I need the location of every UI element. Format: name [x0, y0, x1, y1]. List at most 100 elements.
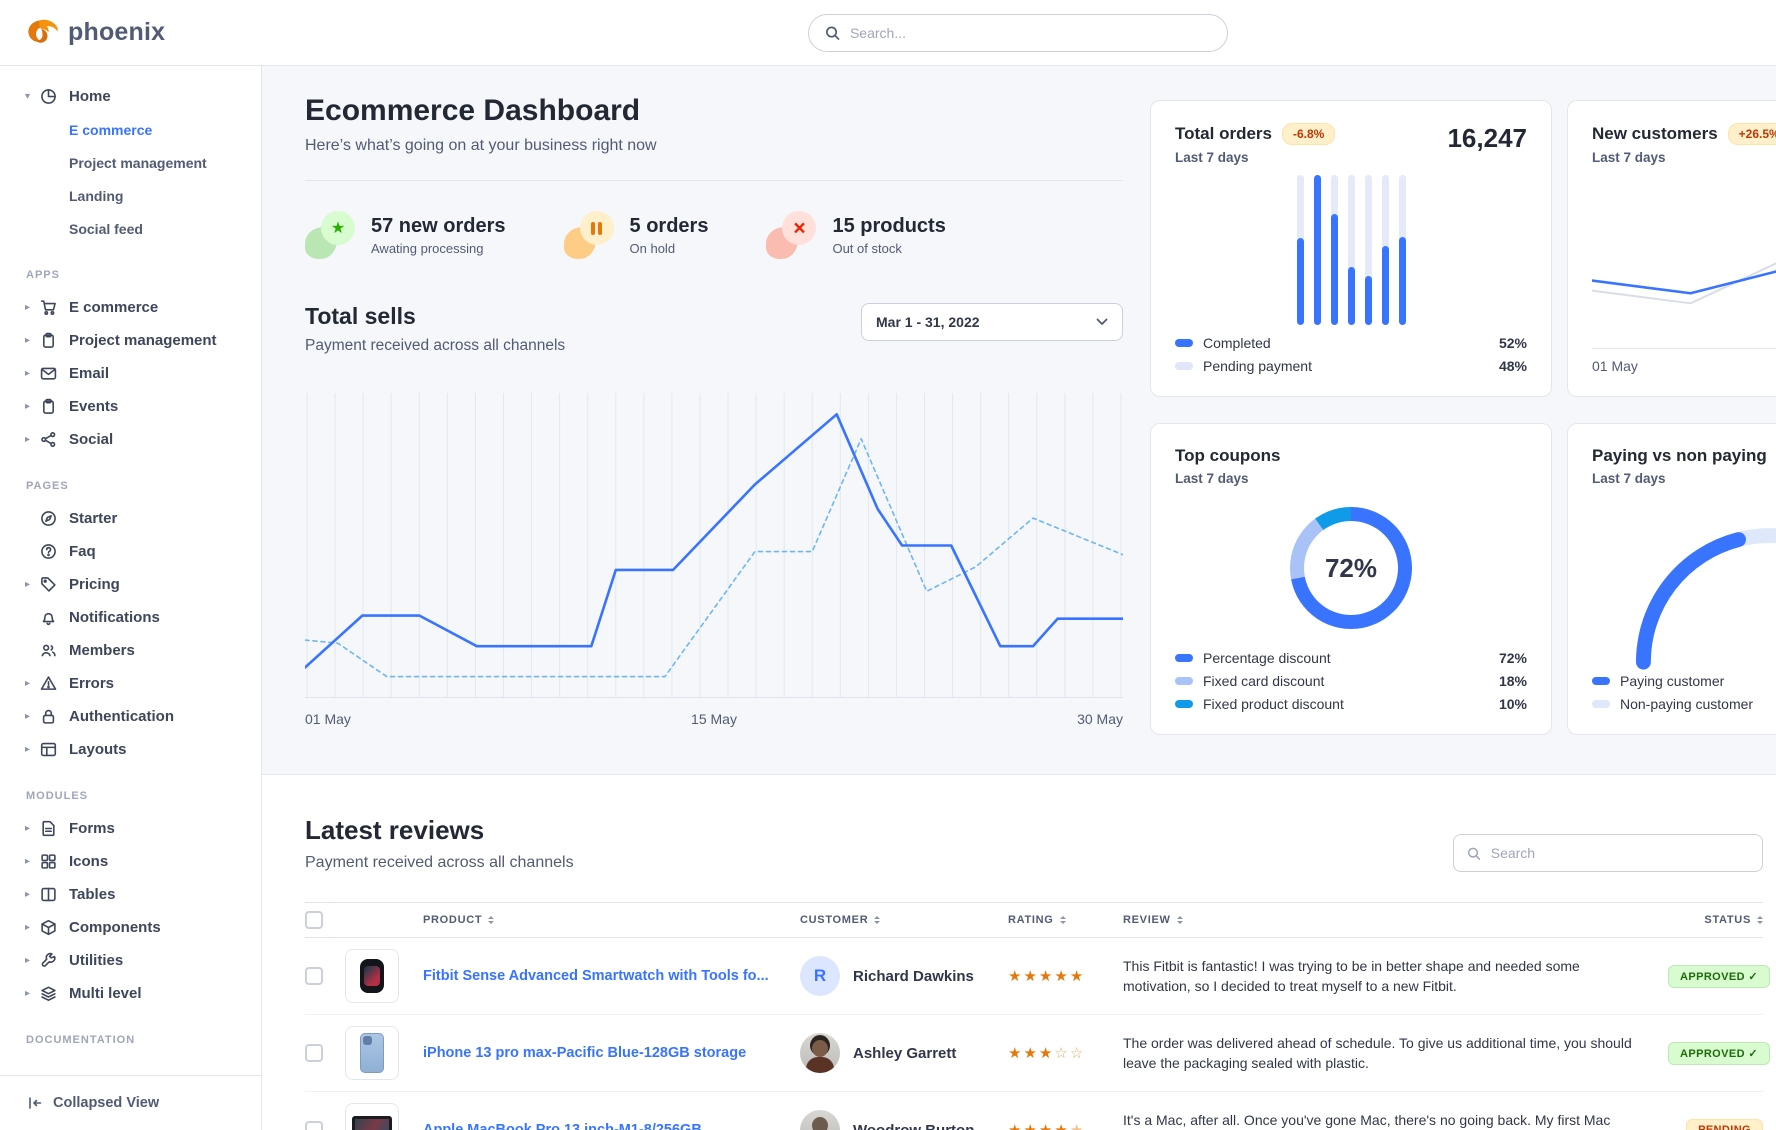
reviews-search-input[interactable] — [1491, 845, 1749, 861]
sidebar-item-tables[interactable]: ▸Tables — [0, 878, 261, 911]
customer-name: Richard Dawkins — [853, 968, 974, 985]
sidebar-item-project-management[interactable]: ▸Project management — [0, 324, 261, 357]
sidebar-item-social[interactable]: ▸Social — [0, 423, 261, 456]
avatar-head-shape — [812, 1117, 828, 1130]
order-stats-row: ★57 new ordersAwating processing5 orders… — [305, 211, 1123, 259]
sort-up-arrow — [1060, 916, 1066, 919]
smartwatch-image — [360, 959, 384, 993]
mail-icon — [40, 365, 60, 383]
paying-gauge-chart — [1592, 486, 1776, 673]
rating-stars: ★★★★★ — [1008, 967, 1123, 985]
legend-swatch — [1175, 700, 1193, 708]
new-customers-badge: +26.5% — [1728, 123, 1776, 145]
sidebar-subitem-landing[interactable]: Landing — [0, 179, 261, 212]
top-coupons-title: Top coupons — [1175, 446, 1280, 466]
sidebar-item-notifications[interactable]: Notifications — [0, 601, 261, 634]
stat-text: 15 productsOut of stock — [832, 215, 945, 256]
paying-period: Last 7 days — [1592, 471, 1776, 486]
stat-label: On hold — [630, 241, 709, 256]
rating-stars: ★★★★★ — [1008, 1121, 1123, 1130]
sort-icon — [874, 916, 880, 924]
x-icon: × — [766, 211, 816, 259]
new-customers-chart — [1592, 165, 1776, 342]
caret-icon: ▸ — [25, 922, 40, 933]
chevron-down-icon — [1096, 318, 1108, 326]
table-body: Fitbit Sense Advanced Smartwatch with To… — [305, 938, 1763, 1130]
column-header-customer[interactable]: CUSTOMER — [800, 914, 1008, 926]
select-all-checkbox[interactable] — [305, 911, 323, 929]
global-search[interactable] — [808, 14, 1228, 52]
sidebar-item-authentication[interactable]: ▸Authentication — [0, 700, 261, 733]
star-filled-icon: ★ — [1008, 968, 1023, 985]
sort-up-arrow — [874, 916, 880, 919]
sidebar-item-events[interactable]: ▸Events — [0, 390, 261, 423]
sort-icon — [1177, 916, 1183, 924]
sidebar-item-starter[interactable]: Starter — [0, 502, 261, 535]
sidebar-item-label: Project management — [69, 332, 217, 349]
sidebar-item-layouts[interactable]: ▸ Layouts — [0, 733, 261, 766]
sidebar-subitem-e-commerce[interactable]: E commerce — [0, 113, 261, 146]
row-checkbox[interactable] — [305, 967, 323, 985]
status-badge: APPROVED ✓ — [1668, 965, 1770, 988]
pause-icon — [591, 222, 602, 235]
sidebar-section-label: APPS — [26, 269, 261, 281]
column-header-status[interactable]: STATUS — [1668, 914, 1763, 926]
sidebar-item-label: Layouts — [69, 741, 127, 758]
product-link[interactable]: Apple MacBook Pro 13 inch-M1-8/256GB — [423, 1122, 702, 1130]
sort-down-arrow — [874, 921, 880, 924]
paying-legend: Paying customerNon-paying customer — [1592, 673, 1776, 712]
sidebar-item-faq[interactable]: Faq — [0, 535, 261, 568]
date-range-select[interactable]: Mar 1 - 31, 2022 — [861, 303, 1123, 341]
stat-label: Out of stock — [832, 241, 945, 256]
sidebar-nav: ▾HomeE commerce Project management Landing… — [0, 66, 262, 1130]
sidebar-item-errors[interactable]: ▸Errors — [0, 667, 261, 700]
sidebar-item-label: Starter — [69, 510, 117, 527]
reviews-table: PRODUCTCUSTOMERRATINGREVIEWSTATUS Fitbit … — [305, 902, 1763, 1130]
sidebar-subitem-label: Project management — [69, 155, 207, 171]
column-header-rating[interactable]: RATING — [1008, 914, 1123, 926]
avatar-body-shape — [806, 1057, 834, 1073]
order-bar-fill — [1331, 214, 1338, 325]
clipboard-icon — [40, 398, 60, 416]
collapse-sidebar-button[interactable]: Collapsed View — [0, 1075, 261, 1130]
avatar: R — [800, 956, 840, 996]
dashboard-section: Ecommerce Dashboard Here’s what’s going … — [262, 66, 1776, 775]
sidebar-item-email[interactable]: ▸Email — [0, 357, 261, 390]
row-checkbox[interactable] — [305, 1121, 323, 1130]
sidebar-item-members[interactable]: Members — [0, 634, 261, 667]
pause-bar — [598, 222, 602, 235]
row-checkbox[interactable] — [305, 1044, 323, 1062]
column-header-review[interactable]: REVIEW — [1123, 914, 1668, 926]
divider — [305, 180, 1123, 181]
star-filled-icon: ★ — [1023, 1122, 1038, 1130]
sidebar-subitem-social-feed[interactable]: Social feed — [0, 212, 261, 245]
sidebar-item-icons[interactable]: ▸Icons — [0, 845, 261, 878]
sidebar-item-home[interactable]: ▾Home — [0, 80, 261, 113]
caret-icon: ▸ — [25, 744, 40, 755]
sidebar-item-multi-level[interactable]: ▸Multi level — [0, 977, 261, 1010]
sidebar-item-components[interactable]: ▸Components — [0, 911, 261, 944]
layout-icon — [40, 741, 60, 759]
sidebar-item-utilities[interactable]: ▸Utilities — [0, 944, 261, 977]
page-subtitle: Here’s what’s going on at your business … — [305, 137, 1123, 155]
stat-label: Awating processing — [371, 241, 506, 256]
stat-circle: × — [782, 211, 816, 245]
reviews-search[interactable] — [1453, 834, 1763, 872]
sidebar-item-pricing[interactable]: ▸Pricing — [0, 568, 261, 601]
sidebar-item-e-commerce[interactable]: ▸E commerce — [0, 291, 261, 324]
global-search-input[interactable] — [850, 25, 1211, 41]
legend-label: Fixed card discount — [1203, 673, 1324, 689]
column-header-product[interactable]: PRODUCT — [423, 914, 800, 926]
sidebar-subitem-project-management[interactable]: Project management — [0, 146, 261, 179]
product-link[interactable]: Fitbit Sense Advanced Smartwatch with To… — [423, 968, 769, 984]
macbook-image — [352, 1116, 392, 1130]
rating-stars: ★★★☆☆ — [1008, 1044, 1123, 1062]
stat-circle: ★ — [321, 211, 355, 245]
product-image-cell — [345, 949, 423, 1003]
sidebar-item-forms[interactable]: ▸Forms — [0, 812, 261, 845]
product-link[interactable]: iPhone 13 pro max-Pacific Blue-128GB sto… — [423, 1045, 746, 1061]
total-sells-chart — [305, 393, 1123, 703]
brand-logo[interactable]: phoenix — [26, 18, 165, 47]
stat-text: 5 ordersOn hold — [630, 215, 709, 256]
page-title: Ecommerce Dashboard — [305, 94, 1123, 128]
